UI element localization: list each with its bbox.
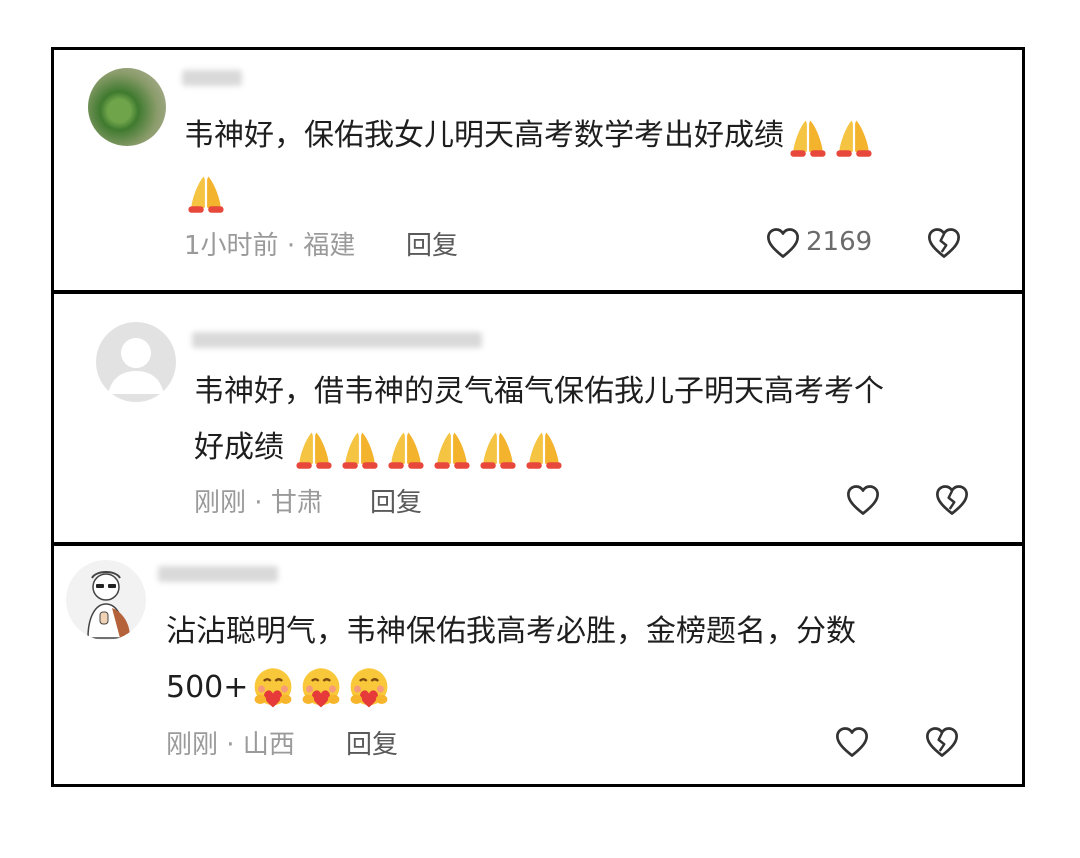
timestamp: 刚刚 (166, 730, 219, 760)
pray-emoji (292, 427, 336, 471)
comment-text: 沾沾聪明气，韦神保佑我高考必胜，金榜题名，分数 500+ (166, 604, 856, 716)
location: 甘肃 (270, 488, 323, 518)
comment-meta: 刚刚 · 甘肃 (194, 482, 323, 519)
comment-meta: 1小时前 · 福建 (184, 225, 355, 262)
pray-emoji (184, 171, 228, 215)
comment-line: 沾沾聪明气，韦神保佑我高考必胜，金榜题名，分数 (166, 614, 856, 649)
username[interactable] (182, 70, 242, 86)
timestamp: 刚刚 (194, 488, 247, 518)
pray-emoji (338, 427, 382, 471)
separator: · (254, 488, 263, 518)
heart-icon[interactable] (845, 482, 881, 518)
comment-card: 韦神好，保佑我女儿明天高考数学考出好成绩 1小时前 · 福建 回复 2169 (51, 47, 1025, 293)
separator: · (226, 730, 235, 760)
comment-card: 沾沾聪明气，韦神保佑我高考必胜，金榜题名，分数 500+ 刚刚 · 山西 回复 (51, 543, 1025, 787)
location: 山西 (242, 730, 295, 760)
username[interactable] (192, 332, 482, 348)
comment-card: 韦神好，借韦神的灵气福气保佑我儿子明天高考考个 好成绩 刚刚 · 甘肃 回复 (51, 291, 1025, 545)
pray-emoji (430, 427, 474, 471)
avatar[interactable] (66, 560, 146, 640)
comment-text: 韦神好，借韦神的灵气福气保佑我儿子明天高考考个 好成绩 (194, 364, 884, 476)
hug-emoji (298, 666, 344, 712)
pray-emoji (384, 427, 428, 471)
comment-line: 韦神好，借韦神的灵气福气保佑我儿子明天高考考个 (194, 374, 884, 409)
comment-line: 好成绩 (194, 430, 284, 465)
pray-emoji (476, 427, 520, 471)
comment-line: 韦神好，保佑我女儿明天高考数学考出好成绩 (184, 118, 784, 153)
broken-heart-icon[interactable] (924, 724, 960, 760)
comment-text: 韦神好，保佑我女儿明天高考数学考出好成绩 (184, 108, 876, 220)
hug-emoji (346, 666, 392, 712)
heart-icon[interactable] (834, 724, 870, 760)
reply-button[interactable]: 回复 (370, 482, 422, 519)
hug-emoji (250, 666, 296, 712)
broken-heart-icon[interactable] (926, 225, 962, 261)
pray-emoji (522, 427, 566, 471)
broken-heart-icon[interactable] (934, 482, 970, 518)
location: 福建 (303, 231, 356, 261)
reply-button[interactable]: 回复 (346, 724, 398, 761)
comment-meta: 刚刚 · 山西 (166, 724, 295, 761)
avatar[interactable] (88, 68, 166, 146)
avatar[interactable] (96, 322, 176, 402)
heart-icon[interactable] (765, 225, 801, 261)
pray-emoji (832, 115, 876, 159)
timestamp: 1小时前 (184, 231, 279, 261)
separator: · (286, 231, 296, 261)
reply-button[interactable]: 回复 (406, 225, 458, 262)
pray-emoji (786, 115, 830, 159)
username[interactable] (158, 566, 278, 582)
like-count: 2169 (806, 227, 873, 257)
comment-line: 500+ (166, 670, 249, 705)
